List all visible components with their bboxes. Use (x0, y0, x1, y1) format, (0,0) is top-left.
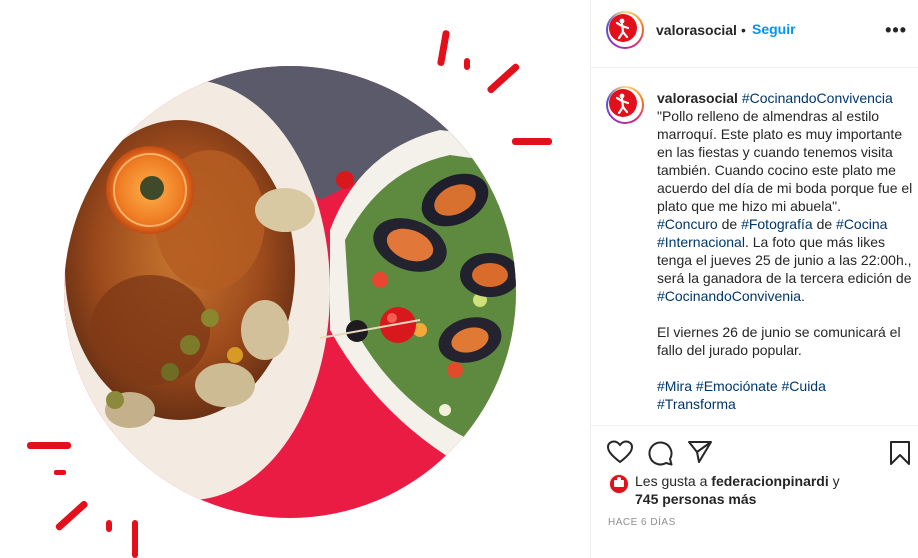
valorasocial-logo-icon (609, 14, 637, 42)
hashtag-link[interactable]: #Cocina (836, 216, 887, 232)
likes-joiner: y (832, 473, 840, 489)
food-photo (27, 30, 552, 558)
bookmark-icon[interactable] (889, 440, 911, 471)
follow-button[interactable]: Seguir (752, 21, 796, 37)
valorasocial-logo-icon (609, 89, 637, 117)
hashtag-link[interactable]: #Mira (657, 378, 692, 394)
liker-avatar[interactable] (609, 474, 629, 494)
likes-prefix: Les gusta a (635, 473, 708, 489)
separator-dot: • (741, 22, 746, 38)
likes-count[interactable]: 745 personas más (635, 491, 756, 507)
action-bar (591, 436, 918, 468)
comment-icon[interactable] (647, 440, 673, 471)
post-image[interactable] (0, 0, 590, 558)
author-avatar[interactable] (606, 11, 644, 49)
author-username[interactable]: valorasocial (656, 22, 737, 38)
caption-paragraph: El viernes 26 de junio se comunicará el … (657, 324, 905, 358)
caption-text: "Pollo relleno de almendras al estilo ma… (657, 108, 917, 214)
hashtag-link[interactable]: #Concuro (657, 216, 718, 232)
caption-word: de (721, 216, 738, 232)
liker-username[interactable]: federacionpinardi (711, 473, 828, 489)
hashtag-link[interactable]: #Emociónate (696, 378, 778, 394)
hashtag-link[interactable]: #Fotografía (741, 216, 813, 232)
caption-username[interactable]: valorasocial (657, 90, 738, 106)
hashtag-link[interactable]: #Cuida (782, 378, 826, 394)
caption-word: de (816, 216, 833, 232)
more-options-icon[interactable]: ••• (885, 20, 907, 41)
caption-area: valorasocial #CocinandoConvivencia "Poll… (591, 68, 918, 426)
caption-author-avatar[interactable] (606, 86, 644, 124)
post-header: valorasocial • Seguir ••• (591, 0, 918, 68)
hashtag-link[interactable]: #CocinandoConvivenia (657, 288, 801, 304)
share-icon[interactable] (687, 440, 713, 469)
hashtag-link[interactable]: #Internacional (657, 234, 745, 250)
post-caption: valorasocial #CocinandoConvivencia "Poll… (657, 89, 913, 413)
caption-text: . (801, 288, 805, 304)
heart-icon[interactable] (606, 440, 634, 469)
hashtag-link[interactable]: #Transforma (657, 396, 736, 412)
post-timestamp[interactable]: HACE 6 DÍAS (608, 517, 676, 528)
post-details-panel: valorasocial • Seguir ••• valorasocial #… (590, 0, 918, 558)
hashtag-link[interactable]: #CocinandoConvivencia (742, 90, 893, 106)
likes-text: Les gusta a federacionpinardi y 745 perso… (635, 472, 895, 508)
